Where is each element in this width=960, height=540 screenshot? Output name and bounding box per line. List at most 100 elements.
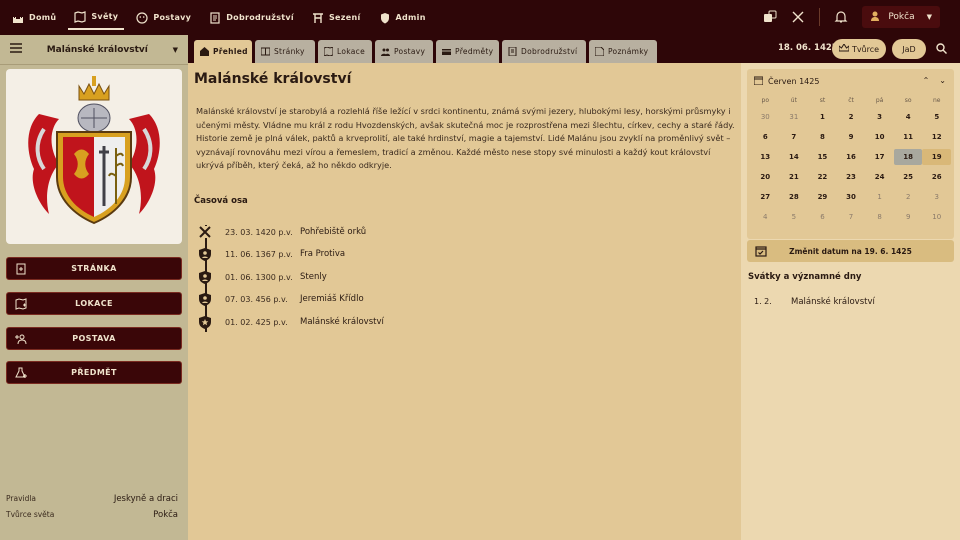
crossed-swords-icon[interactable] [791,10,805,24]
calendar-day[interactable]: 8 [865,207,894,227]
timeline-item[interactable]: 01. 02. 425 p.v. Malánské království [198,315,598,329]
calendar-day[interactable]: 7 [837,207,866,227]
creator-button[interactable]: Tvůrce [832,39,886,59]
chevron-down-icon: ▼ [926,13,932,21]
timeline-item[interactable]: 11. 06. 1367 p.v. Fra Protiva [198,247,598,261]
world-name: Malánské království [46,44,148,55]
chevron-up-icon[interactable]: ⌃ [923,76,930,85]
timeline-title: Časová osa [194,196,248,206]
calendar-day[interactable]: 30 [837,187,866,207]
calendar-day[interactable]: 27 [751,187,780,207]
timeline-item[interactable]: 23. 03. 1420 p.v. Pohřebiště orků [198,225,598,239]
calendar-day[interactable]: 2 [894,187,923,207]
add-person-icon [15,333,27,345]
calendar-day[interactable]: 4 [894,107,923,127]
tab-items-label: Předměty [455,47,494,56]
tab-adventures[interactable]: Dobrodružství [502,40,586,63]
calendar-day[interactable]: 1 [865,187,894,207]
calendar-day[interactable]: 13 [751,147,780,167]
calendar-day[interactable]: 20 [751,167,780,187]
calendar-day[interactable]: 5 [780,207,809,227]
calendar-day[interactable]: 19 [922,149,952,165]
calendar-day[interactable]: 23 [837,167,866,187]
nav-home[interactable]: Domů [6,6,62,30]
calendar-day[interactable]: 30 [751,107,780,127]
calendar-day[interactable]: 12 [922,127,951,147]
calendar-weekday: út [790,96,797,104]
calendar-day[interactable]: 3 [865,107,894,127]
calendar-day[interactable]: 5 [922,107,951,127]
calendar-day[interactable]: 10 [865,127,894,147]
world-selector[interactable]: Malánské království ▼ [0,35,188,65]
calendar-day[interactable]: 11 [894,127,923,147]
calendar-day[interactable]: 18 [893,149,923,165]
calendar-day[interactable]: 16 [837,147,866,167]
calendar-day[interactable]: 17 [865,147,894,167]
tab-bar: Přehled Stránky Lokace Postavy Předměty … [188,35,960,63]
calendar-week: 30 31 1 2 3 4 5 [751,107,951,127]
calendar-day[interactable]: 3 [922,187,951,207]
menu-icon[interactable] [10,43,22,56]
shield-person-icon [198,247,212,261]
calendar-day[interactable]: 26 [922,167,951,187]
nav-adventures[interactable]: Dobrodružství [203,6,300,30]
calendar-day[interactable]: 22 [808,167,837,187]
nav-admin[interactable]: Admin [373,6,432,30]
add-character-button[interactable]: POSTAVA [6,327,182,350]
calendar-weekday: st [819,96,826,104]
timeline-event: Malánské království [300,317,384,327]
add-location-button[interactable]: LOKACE [6,292,182,315]
world-crest-image [6,69,182,244]
add-page-button[interactable]: STRÁNKA [6,257,182,280]
add-item-button[interactable]: PŘEDMĚT [6,361,182,384]
calendar-day[interactable]: 7 [780,127,809,147]
tab-overview[interactable]: Přehled [194,40,252,63]
tab-items[interactable]: Předměty [436,40,499,63]
calendar-day[interactable]: 21 [780,167,809,187]
add-item-icon [15,367,27,379]
calendar-header: Červen 1425 [753,76,819,87]
calendar-day[interactable]: 9 [894,207,923,227]
tab-locations[interactable]: Lokace [318,40,372,63]
tab-notes-label: Poznámky [608,47,649,56]
tab-pages[interactable]: Stránky [255,40,315,63]
user-menu[interactable]: Pokča ▼ [862,6,940,28]
tab-characters[interactable]: Postavy [375,40,433,63]
calendar-day[interactable]: 1 [808,107,837,127]
user-avatar-icon [870,10,882,25]
shield-person-icon [198,270,212,284]
calendar-day[interactable]: 10 [922,207,951,227]
calendar-day[interactable]: 24 [865,167,894,187]
calendar-icon [753,76,764,87]
timeline-item[interactable]: 01. 06. 1300 p.v. Stenly [198,270,598,284]
calendar-weekday: ne [933,96,941,104]
calendar-day[interactable]: 6 [751,127,780,147]
calendar-day[interactable]: 6 [808,207,837,227]
timeline-item[interactable]: 07. 03. 456 p.v. Jeremiáš Křídlo [198,292,598,306]
dice-icon[interactable] [763,10,777,24]
calendar-day[interactable]: 28 [780,187,809,207]
bell-icon[interactable] [834,10,848,24]
nav-characters[interactable]: Postavy [130,6,197,30]
calendar-day[interactable]: 14 [780,147,809,167]
calendar-day[interactable]: 25 [894,167,923,187]
calendar-day[interactable]: 2 [837,107,866,127]
calendar-day[interactable]: 29 [808,187,837,207]
calendar-day[interactable]: 8 [808,127,837,147]
chevron-down-icon[interactable]: ⌄ [939,76,946,85]
change-date-button[interactable]: Změnit datum na 19. 6. 1425 [747,240,954,262]
nav-sessions[interactable]: Sezení [306,6,367,30]
shield-person-icon [198,292,212,306]
calendar-day[interactable]: 9 [837,127,866,147]
nav-admin-label: Admin [395,13,426,22]
tab-notes[interactable]: Poznámky [589,40,657,63]
map-icon [323,46,334,57]
calendar-day[interactable]: 31 [780,107,809,127]
nav-worlds[interactable]: Světy [68,6,125,30]
tab-adventures-label: Dobrodružství [521,47,578,56]
search-icon[interactable] [936,43,947,57]
nav-characters-label: Postavy [153,13,192,22]
calendar-day[interactable]: 4 [751,207,780,227]
user-initials-button[interactable]: JaD [892,39,926,59]
calendar-day[interactable]: 15 [808,147,837,167]
